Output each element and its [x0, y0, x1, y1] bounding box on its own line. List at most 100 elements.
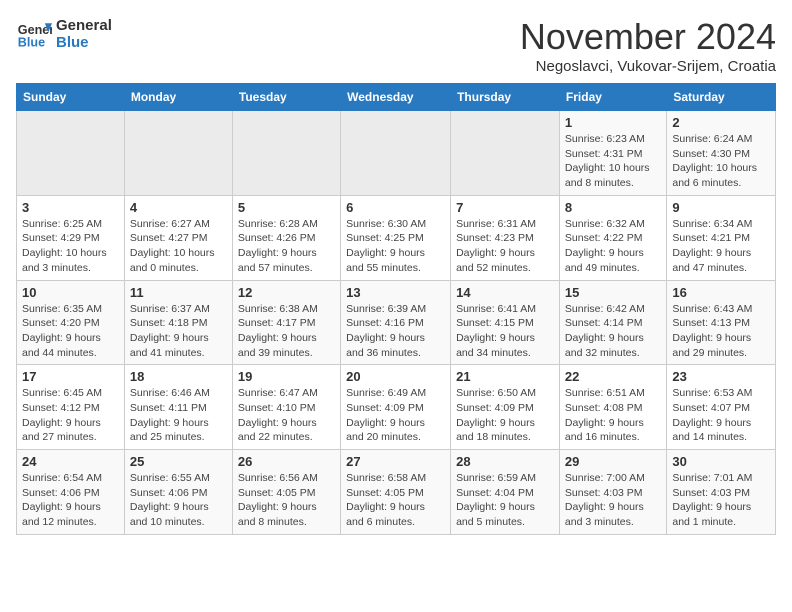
day-info: Sunrise: 6:30 AM Sunset: 4:25 PM Dayligh… — [346, 217, 445, 276]
day-info: Sunrise: 6:58 AM Sunset: 4:05 PM Dayligh… — [346, 471, 445, 530]
calendar-day-cell: 5 Sunrise: 6:28 AM Sunset: 4:26 PM Daylig… — [232, 195, 340, 280]
day-number: 16 — [672, 285, 770, 300]
calendar-day-cell: 27 Sunrise: 6:58 AM Sunset: 4:05 PM Dayli… — [341, 450, 451, 535]
day-number: 4 — [130, 200, 227, 215]
day-info: Sunrise: 6:42 AM Sunset: 4:14 PM Dayligh… — [565, 302, 661, 361]
day-info: Sunrise: 6:31 AM Sunset: 4:23 PM Dayligh… — [456, 217, 554, 276]
calendar-day-cell: 11Sunrise: 6:37 AM Sunset: 4:18 PM Dayli… — [124, 280, 232, 365]
calendar-day-cell — [232, 111, 340, 196]
day-number: 10 — [22, 285, 119, 300]
day-number: 18 — [130, 369, 227, 384]
day-number: 2 — [672, 115, 770, 130]
day-number: 19 — [238, 369, 335, 384]
calendar-day-cell: 6 Sunrise: 6:30 AM Sunset: 4:25 PM Daylig… — [341, 195, 451, 280]
day-info: Sunrise: 6:39 AM Sunset: 4:16 PM Dayligh… — [346, 302, 445, 361]
day-number: 28 — [456, 454, 554, 469]
calendar-week-row: 3 Sunrise: 6:25 AM Sunset: 4:29 PM Daylig… — [17, 195, 776, 280]
day-info: Sunrise: 6:54 AM Sunset: 4:06 PM Dayligh… — [22, 471, 119, 530]
day-number: 3 — [22, 200, 119, 215]
calendar-day-cell: 14Sunrise: 6:41 AM Sunset: 4:15 PM Dayli… — [451, 280, 560, 365]
day-info: Sunrise: 6:50 AM Sunset: 4:09 PM Dayligh… — [456, 386, 554, 445]
day-number: 22 — [565, 369, 661, 384]
day-number: 8 — [565, 200, 661, 215]
day-info: Sunrise: 6:51 AM Sunset: 4:08 PM Dayligh… — [565, 386, 661, 445]
calendar-day-cell: 9 Sunrise: 6:34 AM Sunset: 4:21 PM Daylig… — [667, 195, 776, 280]
day-info: Sunrise: 6:47 AM Sunset: 4:10 PM Dayligh… — [238, 386, 335, 445]
day-info: Sunrise: 6:49 AM Sunset: 4:09 PM Dayligh… — [346, 386, 445, 445]
day-info: Sunrise: 6:35 AM Sunset: 4:20 PM Dayligh… — [22, 302, 119, 361]
day-info: Sunrise: 6:28 AM Sunset: 4:26 PM Dayligh… — [238, 217, 335, 276]
day-number: 14 — [456, 285, 554, 300]
day-number: 24 — [22, 454, 119, 469]
day-number: 9 — [672, 200, 770, 215]
day-number: 27 — [346, 454, 445, 469]
day-number: 21 — [456, 369, 554, 384]
day-number: 11 — [130, 285, 227, 300]
day-info: Sunrise: 6:25 AM Sunset: 4:29 PM Dayligh… — [22, 217, 119, 276]
day-number: 25 — [130, 454, 227, 469]
calendar-day-cell: 26Sunrise: 6:56 AM Sunset: 4:05 PM Dayli… — [232, 450, 340, 535]
day-info: Sunrise: 6:59 AM Sunset: 4:04 PM Dayligh… — [456, 471, 554, 530]
calendar-day-cell: 18 Sunrise: 6:46 AM Sunset: 4:11 PM Dayli… — [124, 365, 232, 450]
calendar-body: 1 Sunrise: 6:23 AM Sunset: 4:31 PM Daylig… — [17, 111, 776, 535]
day-info: Sunrise: 6:38 AM Sunset: 4:17 PM Dayligh… — [238, 302, 335, 361]
calendar-day-cell: 16Sunrise: 6:43 AM Sunset: 4:13 PM Dayli… — [667, 280, 776, 365]
calendar-day-cell — [17, 111, 125, 196]
logo-icon: General Blue — [16, 16, 52, 52]
logo-line2: Blue — [56, 34, 112, 51]
calendar-day-cell: 3 Sunrise: 6:25 AM Sunset: 4:29 PM Daylig… — [17, 195, 125, 280]
calendar-day-cell: 22 Sunrise: 6:51 AM Sunset: 4:08 PM Dayli… — [559, 365, 666, 450]
day-of-week-header: Saturday — [667, 84, 776, 111]
day-number: 12 — [238, 285, 335, 300]
day-info: Sunrise: 7:00 AM Sunset: 4:03 PM Dayligh… — [565, 471, 661, 530]
logo: General Blue General Blue — [16, 16, 112, 52]
day-number: 20 — [346, 369, 445, 384]
day-number: 1 — [565, 115, 661, 130]
day-number: 7 — [456, 200, 554, 215]
calendar-week-row: 10 Sunrise: 6:35 AM Sunset: 4:20 PM Dayli… — [17, 280, 776, 365]
day-number: 17 — [22, 369, 119, 384]
calendar-day-cell: 28 Sunrise: 6:59 AM Sunset: 4:04 PM Dayli… — [451, 450, 560, 535]
day-of-week-header: Sunday — [17, 84, 125, 111]
calendar-day-cell — [341, 111, 451, 196]
month-title: November 2024 — [520, 16, 776, 58]
calendar-day-cell: 13 Sunrise: 6:39 AM Sunset: 4:16 PM Dayli… — [341, 280, 451, 365]
logo-line1: General — [56, 17, 112, 34]
calendar-day-cell: 30Sunrise: 7:01 AM Sunset: 4:03 PM Dayli… — [667, 450, 776, 535]
day-number: 26 — [238, 454, 335, 469]
calendar-day-cell: 1 Sunrise: 6:23 AM Sunset: 4:31 PM Daylig… — [559, 111, 666, 196]
day-info: Sunrise: 6:34 AM Sunset: 4:21 PM Dayligh… — [672, 217, 770, 276]
calendar-day-cell: 24 Sunrise: 6:54 AM Sunset: 4:06 PM Dayli… — [17, 450, 125, 535]
day-number: 30 — [672, 454, 770, 469]
calendar-day-cell: 23 Sunrise: 6:53 AM Sunset: 4:07 PM Dayli… — [667, 365, 776, 450]
day-number: 5 — [238, 200, 335, 215]
calendar-week-row: 1 Sunrise: 6:23 AM Sunset: 4:31 PM Daylig… — [17, 111, 776, 196]
calendar-day-cell: 19 Sunrise: 6:47 AM Sunset: 4:10 PM Dayli… — [232, 365, 340, 450]
calendar-day-cell: 8 Sunrise: 6:32 AM Sunset: 4:22 PM Daylig… — [559, 195, 666, 280]
day-info: Sunrise: 6:53 AM Sunset: 4:07 PM Dayligh… — [672, 386, 770, 445]
calendar-week-row: 24 Sunrise: 6:54 AM Sunset: 4:06 PM Dayli… — [17, 450, 776, 535]
day-info: Sunrise: 6:23 AM Sunset: 4:31 PM Dayligh… — [565, 132, 661, 191]
day-info: Sunrise: 6:55 AM Sunset: 4:06 PM Dayligh… — [130, 471, 227, 530]
calendar-day-cell: 29Sunrise: 7:00 AM Sunset: 4:03 PM Dayli… — [559, 450, 666, 535]
day-info: Sunrise: 6:46 AM Sunset: 4:11 PM Dayligh… — [130, 386, 227, 445]
calendar-day-cell: 17Sunrise: 6:45 AM Sunset: 4:12 PM Dayli… — [17, 365, 125, 450]
title-area: November 2024 Negoslavci, Vukovar-Srijem… — [520, 16, 776, 75]
day-info: Sunrise: 6:32 AM Sunset: 4:22 PM Dayligh… — [565, 217, 661, 276]
page-header: General Blue General Blue November 2024 … — [16, 16, 776, 75]
calendar-week-row: 17Sunrise: 6:45 AM Sunset: 4:12 PM Dayli… — [17, 365, 776, 450]
day-number: 23 — [672, 369, 770, 384]
calendar-day-cell: 4 Sunrise: 6:27 AM Sunset: 4:27 PM Daylig… — [124, 195, 232, 280]
day-number: 13 — [346, 285, 445, 300]
svg-text:Blue: Blue — [18, 36, 45, 50]
calendar-day-cell: 15Sunrise: 6:42 AM Sunset: 4:14 PM Dayli… — [559, 280, 666, 365]
calendar-day-cell: 25 Sunrise: 6:55 AM Sunset: 4:06 PM Dayli… — [124, 450, 232, 535]
calendar-day-cell — [451, 111, 560, 196]
calendar-day-cell: 7 Sunrise: 6:31 AM Sunset: 4:23 PM Daylig… — [451, 195, 560, 280]
day-number: 6 — [346, 200, 445, 215]
calendar-day-cell: 2 Sunrise: 6:24 AM Sunset: 4:30 PM Daylig… — [667, 111, 776, 196]
calendar-table: SundayMondayTuesdayWednesdayThursdayFrid… — [16, 83, 776, 535]
day-info: Sunrise: 6:27 AM Sunset: 4:27 PM Dayligh… — [130, 217, 227, 276]
day-info: Sunrise: 6:24 AM Sunset: 4:30 PM Dayligh… — [672, 132, 770, 191]
day-of-week-header: Monday — [124, 84, 232, 111]
